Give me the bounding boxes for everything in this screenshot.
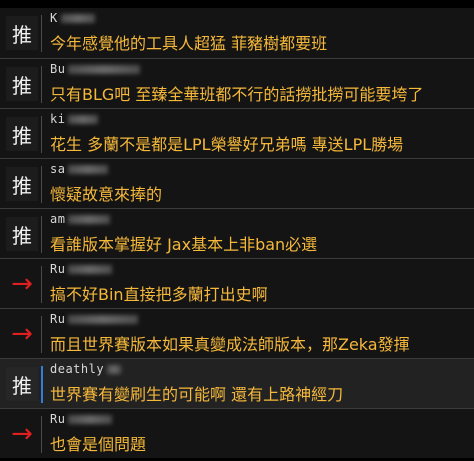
user-id: Ru [50,412,66,426]
user-id: deathly [50,362,105,376]
user-id: Ru [50,262,66,276]
comment-content: 看誰版本掌握好 Jax基本上非ban必選 [50,235,318,254]
redaction-blur [68,265,113,274]
divider [41,116,42,153]
divider [41,166,42,203]
comment-user[interactable]: deathly [50,362,122,376]
redaction-blur [107,365,122,374]
comment-content: 而且世界賽版本如果真變成法師版本，那Zeka發揮 [50,335,410,354]
comment-content: 只有BLG吧 至臻全華班都不行的話撈批撈可能要垮了 [50,85,424,104]
redaction-blur [68,115,99,124]
user-id: ki [50,112,66,126]
arrow-tag: → [11,319,33,349]
comment-content: 世界賽有變刷生的可能啊 還有上路神經刀 [50,385,344,404]
user-id: Ru [50,312,66,326]
comment-user[interactable]: am [50,212,111,226]
divider [41,416,42,453]
push-tag: 推 [6,367,38,401]
comment-row-highlighted: 推 deathly 世界賽有變刷生的可能啊 還有上路神經刀 [0,358,474,408]
redaction-blur [68,415,113,424]
comment-user[interactable]: sa [50,162,109,176]
push-tag: 推 [6,16,38,50]
redaction-blur [68,315,139,324]
comment-content: 今年感覺他的工具人超猛 菲豬樹都要班 [50,34,328,53]
divider [41,316,42,353]
user-id: sa [50,162,66,176]
push-tag: 推 [6,67,38,101]
comment-row: 推 am 看誰版本掌握好 Jax基本上非ban必選 [0,208,474,258]
push-tag: 推 [6,117,38,151]
comment-user[interactable]: K [50,11,95,25]
comment-row: 推 ki 花生 多蘭不是都是LPL榮譽好兄弟嗎 專送LPL勝場 [0,108,474,158]
user-id: Bu [50,62,66,76]
divider [41,66,42,103]
comment-user[interactable]: Ru [50,262,113,276]
comment-content: 也會是個問題 [50,435,147,454]
comment-row: → Ru 也會是個問題 [0,408,474,458]
highlight-bar [41,366,43,403]
comment-row: 推 K 今年感覺他的工具人超猛 菲豬樹都要班 [0,8,474,58]
comment-user[interactable]: Bu [50,62,141,76]
comment-user[interactable]: Ru [50,312,139,326]
arrow-tag: → [11,419,33,449]
comment-content: 搞不好Bin直接把多蘭打出史啊 [50,285,268,304]
redaction-blur [60,14,95,23]
comment-content: 懷疑故意來捧的 [50,185,163,204]
divider [41,266,42,303]
redaction-blur [68,165,109,174]
comment-user[interactable]: Ru [50,412,113,426]
comment-user[interactable]: ki [50,112,99,126]
comment-row: → Ru 而且世界賽版本如果真變成法師版本，那Zeka發揮 [0,308,474,358]
comment-row: → Ru 搞不好Bin直接把多蘭打出史啊 [0,258,474,308]
comment-row: 推 sa 懷疑故意來捧的 [0,158,474,208]
push-tag: 推 [6,167,38,201]
divider [41,216,42,253]
redaction-blur [68,65,141,74]
comment-content: 花生 多蘭不是都是LPL榮譽好兄弟嗎 專送LPL勝場 [50,135,404,154]
redaction-blur [68,215,111,224]
divider [41,15,42,52]
push-tag: 推 [6,217,38,251]
arrow-tag: → [11,269,33,299]
comment-row: 推 Bu 只有BLG吧 至臻全華班都不行的話撈批撈可能要垮了 [0,58,474,108]
user-id: K [50,11,58,25]
user-id: am [50,212,66,226]
